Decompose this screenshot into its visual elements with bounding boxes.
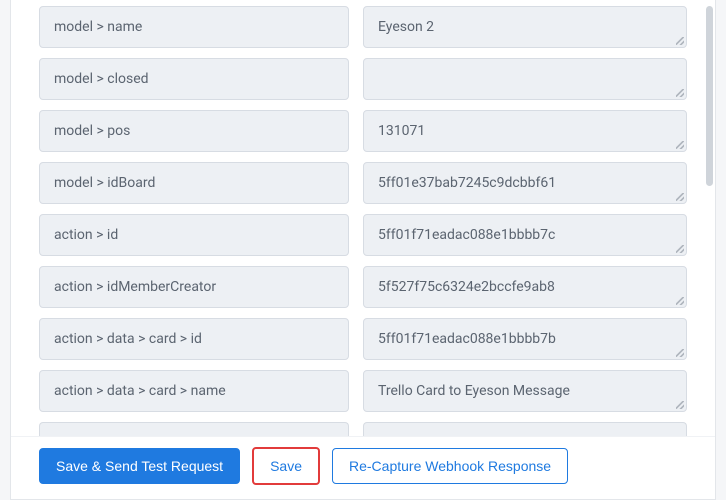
field-row: action > idMemberCreator 5f527f75c6324e2… [39,266,687,308]
scrollbar-thumb[interactable] [706,6,713,186]
action-footer: Save & Send Test Request Save Re-Capture… [11,436,715,499]
field-label[interactable]: action > data > card > id [39,318,349,360]
field-value[interactable]: 5f527f75c6324e2bccfe9ab8 [363,266,687,308]
field-row: model > pos 131071 [39,110,687,152]
field-label[interactable]: model > closed [39,58,349,100]
field-row: action > data > card > id 5ff01f71eadac0… [39,318,687,360]
field-label[interactable]: model > pos [39,110,349,152]
field-label[interactable]: action > data > card > name [39,370,349,412]
field-label[interactable]: model > name [39,6,349,48]
field-label[interactable]: model > idBoard [39,162,349,204]
field-row: model > idBoard 5ff01e37bab7245c9dcbbf61 [39,162,687,204]
fields-scroll-area: model > name Eyeson 2 model > closed mod… [11,0,715,440]
field-value[interactable]: 5ff01e37bab7245c9dcbbf61 [363,162,687,204]
field-row: action > data > card > name Trello Card … [39,370,687,412]
save-button[interactable]: Save [252,447,320,485]
recapture-webhook-button[interactable]: Re-Capture Webhook Response [332,448,568,484]
field-row: model > closed [39,58,687,100]
field-value[interactable]: Trello Card to Eyeson Message [363,370,687,412]
field-label[interactable]: action > id [39,214,349,256]
field-value[interactable]: 5ff01f71eadac088e1bbbb7c [363,214,687,256]
webhook-mapping-panel: model > name Eyeson 2 model > closed mod… [10,0,716,500]
field-value[interactable] [363,58,687,100]
field-row: model > name Eyeson 2 [39,6,687,48]
field-value[interactable]: 131071 [363,110,687,152]
field-value[interactable]: 5ff01f71eadac088e1bbbb7b [363,318,687,360]
field-label[interactable]: action > idMemberCreator [39,266,349,308]
field-row: action > id 5ff01f71eadac088e1bbbb7c [39,214,687,256]
field-value[interactable]: Eyeson 2 [363,6,687,48]
save-send-test-button[interactable]: Save & Send Test Request [39,448,240,484]
